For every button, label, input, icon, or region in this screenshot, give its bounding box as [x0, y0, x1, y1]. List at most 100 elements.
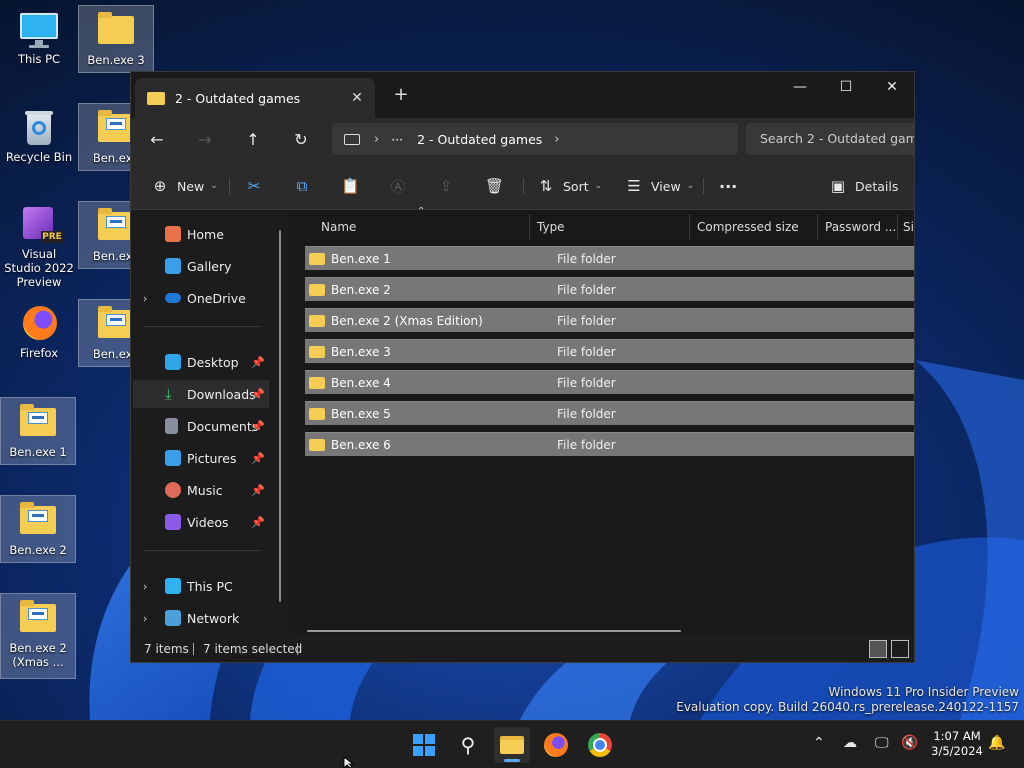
details-view-icon[interactable] [869, 640, 887, 658]
sidebar-item-videos[interactable]: Videos 📌 [133, 508, 269, 536]
chevron-up-icon[interactable]: ⌃ [813, 735, 825, 751]
cut-button[interactable]: ✂ [245, 172, 271, 200]
desktop-icon-ben-exe-2-xmas[interactable]: Ben.exe 2 (Xmas ... [0, 593, 76, 679]
back-button[interactable]: ← [142, 126, 172, 154]
column-compressed-size[interactable]: Compressed size [689, 210, 817, 244]
rename-button[interactable]: Ⓐ [389, 172, 415, 200]
breadcrumb-current[interactable]: 2 - Outdated games [417, 132, 542, 147]
table-row[interactable]: Ben.exe 5 File folder [305, 401, 914, 425]
horizontal-scrollbar[interactable] [307, 630, 681, 632]
desktop-icon-this-pc[interactable]: This PC [1, 5, 77, 73]
file-name: Ben.exe 2 [331, 282, 391, 297]
sidebar-item-label: Desktop [187, 354, 239, 370]
pin-icon[interactable]: 📌 [251, 516, 265, 529]
sidebar-item-pictures[interactable]: Pictures 📌 [133, 444, 269, 472]
tab-outdated-games[interactable]: 2 - Outdated games ✕ [135, 78, 375, 118]
close-button[interactable]: ✕ [869, 72, 914, 102]
pin-icon[interactable]: 📌 [251, 356, 265, 369]
divider [703, 178, 704, 194]
chevron-right-icon[interactable]: › [374, 132, 379, 147]
column-type[interactable]: Type [529, 210, 689, 244]
taskbar-file-explorer[interactable] [494, 727, 530, 763]
file-name: Ben.exe 4 [331, 375, 391, 390]
network-icon[interactable]: 🖵 [875, 735, 889, 751]
recycle-bin-icon [17, 107, 61, 147]
navigation-scrollbar[interactable] [279, 230, 281, 602]
gallery-icon [165, 258, 181, 274]
breadcrumb-more[interactable]: ··· [391, 132, 403, 147]
desktop-icon-recycle-bin[interactable]: Recycle Bin [1, 103, 77, 171]
desktop-icon-label: Ben.exe 2 (Xmas ... [9, 641, 67, 669]
file-name: Ben.exe 1 [331, 251, 391, 266]
divider [193, 643, 194, 655]
sidebar-item-documents[interactable]: Documents 📌 [133, 412, 269, 440]
column-password[interactable]: Password ... [817, 210, 897, 244]
desktop-icon-firefox[interactable]: Firefox [1, 299, 77, 367]
taskbar-chrome[interactable] [582, 727, 618, 763]
pin-icon[interactable]: 📌 [251, 420, 265, 433]
pin-icon[interactable]: 📌 [251, 452, 265, 465]
desktop-icon-ben-exe-1[interactable]: Ben.exe 1 [0, 397, 76, 465]
chevron-right-icon[interactable]: › [143, 612, 147, 625]
sidebar-item-label: Documents [187, 418, 259, 434]
notification-bell-icon[interactable]: 🔔 [988, 735, 1005, 751]
desktop-icon-visual-studio[interactable]: PRE Visual Studio 2022 Preview [1, 201, 77, 287]
chevron-right-icon[interactable]: › [143, 292, 147, 305]
sidebar-item-this-pc[interactable]: › This PC [133, 572, 269, 600]
volume-muted-icon[interactable]: 🔇 [901, 735, 918, 751]
tab-close-icon[interactable]: ✕ [345, 90, 369, 106]
sidebar-item-home[interactable]: Home [133, 220, 269, 248]
minimize-button[interactable]: — [777, 72, 823, 102]
start-button[interactable] [406, 727, 442, 763]
desktop-icon-ben-exe-2[interactable]: Ben.exe 2 [0, 495, 76, 563]
sidebar-item-network[interactable]: › Network [133, 604, 269, 632]
folder-icon [16, 598, 60, 638]
taskbar-firefox[interactable] [538, 727, 574, 763]
forward-button[interactable]: → [190, 126, 220, 154]
more-options-button[interactable]: ··· [719, 172, 737, 200]
breadcrumb[interactable]: › ··· 2 - Outdated games › [332, 123, 738, 155]
copy-button[interactable]: ⧉ [293, 172, 319, 200]
table-row[interactable]: Ben.exe 3 File folder [305, 339, 914, 363]
large-icons-view-icon[interactable] [891, 640, 909, 658]
clock[interactable]: 1:07 AM 3/5/2024 [925, 729, 989, 759]
folder-icon [309, 376, 325, 389]
new-button[interactable]: ⊕ New ⌄ [151, 172, 218, 200]
sidebar-item-downloads[interactable]: ⤓ Downloads 📌 [133, 380, 269, 408]
download-icon: ⤓ [165, 385, 172, 403]
share-button[interactable]: ⇪ [437, 172, 463, 200]
desktop-icon-label: Recycle Bin [5, 150, 73, 164]
view-button[interactable]: ☰ View ⌄ [625, 172, 694, 200]
pin-icon[interactable]: 📌 [251, 388, 265, 401]
sort-button[interactable]: ⇅ Sort ⌄ [537, 172, 602, 200]
watermark-line-2: Evaluation copy. Build 26040.rs_prerelea… [676, 700, 1019, 714]
new-tab-button[interactable]: + [389, 84, 413, 108]
sidebar-item-label: Network [187, 610, 240, 626]
details-button[interactable]: ▣ Details [829, 172, 898, 200]
table-row[interactable]: Ben.exe 1 File folder [305, 246, 914, 270]
cloud-offline-icon[interactable]: ☁ [843, 735, 857, 751]
table-row[interactable]: Ben.exe 4 File folder [305, 370, 914, 394]
maximize-button[interactable]: ☐ [823, 72, 869, 102]
file-type: File folder [557, 406, 616, 421]
pin-icon[interactable]: 📌 [251, 484, 265, 497]
column-size[interactable]: Si [897, 210, 914, 244]
delete-button[interactable]: 🗑 [485, 172, 511, 200]
sidebar-item-onedrive[interactable]: › OneDrive [133, 284, 269, 312]
up-button[interactable]: ↑ [238, 126, 268, 154]
picture-icon [165, 450, 181, 466]
refresh-button[interactable]: ↻ [286, 126, 316, 154]
table-row[interactable]: Ben.exe 2 (Xmas Edition) File folder [305, 308, 914, 332]
paste-button[interactable]: 📋 [341, 172, 367, 200]
desktop-icon-ben-exe-3[interactable]: Ben.exe 3 [78, 5, 154, 73]
chevron-right-icon[interactable]: › [554, 132, 559, 147]
search-button[interactable]: ⚲ [450, 727, 486, 763]
chevron-right-icon[interactable]: › [143, 580, 147, 593]
sidebar-item-gallery[interactable]: Gallery [133, 252, 269, 280]
table-row[interactable]: Ben.exe 6 File folder [305, 432, 914, 456]
table-row[interactable]: Ben.exe 2 File folder [305, 277, 914, 301]
home-icon [165, 226, 181, 242]
search-input[interactable]: Search 2 - Outdated games [746, 123, 914, 155]
sidebar-item-desktop[interactable]: Desktop 📌 [133, 348, 269, 376]
sidebar-item-music[interactable]: Music 📌 [133, 476, 269, 504]
